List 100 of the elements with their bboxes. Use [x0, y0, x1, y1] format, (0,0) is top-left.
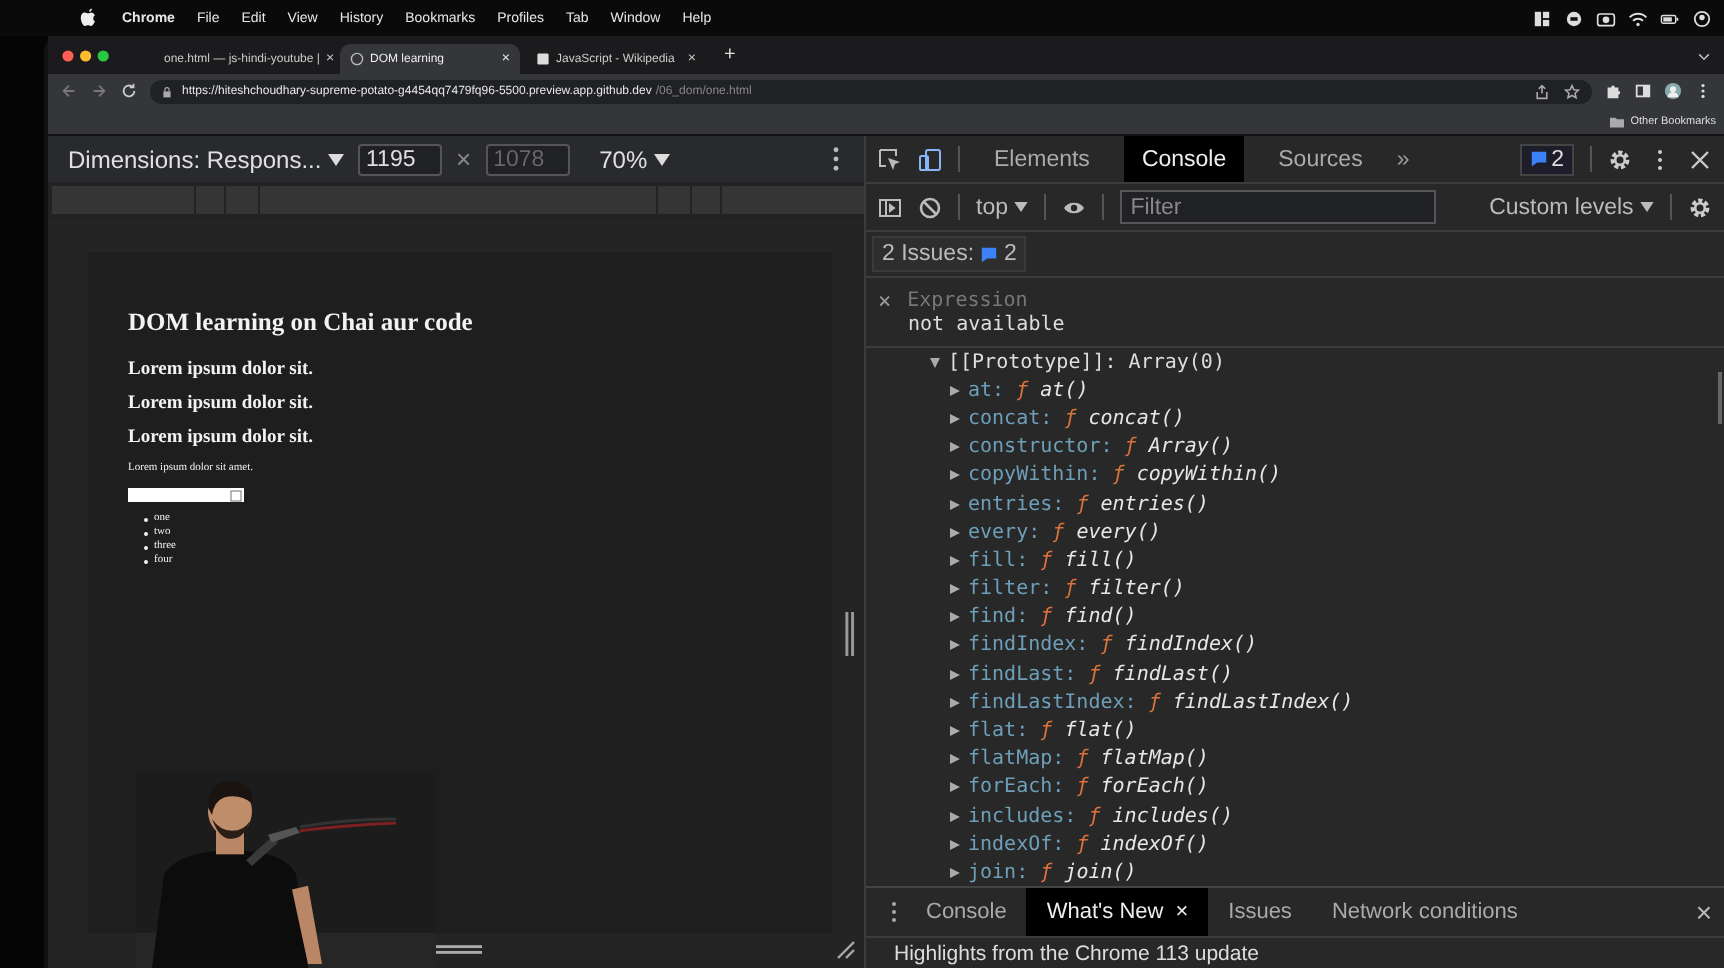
page-subheading: Lorem ipsum dolor sit. — [128, 360, 316, 380]
zoom-dropdown[interactable]: 70% — [599, 145, 670, 173]
settings-icon[interactable] — [1688, 195, 1712, 219]
message-icon — [1529, 150, 1548, 168]
property-line: constructor: ƒ Array() — [968, 436, 1233, 459]
expand-caret-icon[interactable] — [950, 867, 960, 878]
camera-icon[interactable] — [1596, 9, 1616, 27]
drawer-tab[interactable]: Network conditions — [1311, 888, 1538, 936]
property-line: copyWithin: ƒ copyWithin() — [968, 464, 1282, 487]
caret-down-icon — [1014, 201, 1029, 212]
wifi-icon[interactable] — [1628, 9, 1648, 27]
context-dropdown[interactable]: top — [976, 195, 1029, 219]
share-icon[interactable] — [1534, 83, 1550, 99]
expand-caret-icon[interactable] — [950, 584, 960, 595]
square-icon — [230, 489, 242, 501]
levels-dropdown[interactable]: Custom levels — [1489, 195, 1654, 219]
puzzle-icon[interactable] — [1604, 82, 1622, 100]
battery-icon[interactable] — [1660, 9, 1680, 27]
expand-caret-icon[interactable] — [950, 499, 960, 510]
caret-down-icon — [653, 154, 670, 167]
expand-caret-icon[interactable] — [950, 612, 960, 623]
property-line: fill: ƒ fill() — [968, 549, 1137, 572]
sidebar-icon[interactable] — [1634, 82, 1652, 100]
expand-caret-icon[interactable] — [950, 470, 960, 481]
property-line: includes: ƒ includes() — [968, 805, 1233, 828]
expand-caret-icon[interactable] — [950, 413, 960, 424]
clear-icon[interactable] — [918, 195, 942, 219]
page-heading: DOM learning on Chai aur code — [128, 308, 475, 338]
page-subheading: Lorem ipsum dolor sit. — [128, 428, 316, 448]
page-icon — [536, 52, 550, 66]
issues-button[interactable]: 2 Issues: 2 — [872, 236, 1027, 272]
caret-down-icon — [1640, 201, 1654, 212]
property-line: indexOf: ƒ indexOf() — [968, 833, 1209, 856]
expand-caret-icon[interactable] — [950, 442, 960, 453]
device-icon[interactable] — [918, 147, 942, 171]
resize-handle-icon[interactable] — [844, 612, 856, 656]
expression-result: not available — [866, 314, 1724, 348]
settings-icon[interactable] — [1608, 147, 1632, 171]
star-icon[interactable] — [1564, 83, 1580, 99]
circle-icon[interactable] — [1564, 9, 1584, 27]
expand-caret-icon[interactable] — [950, 782, 960, 793]
width-field[interactable]: 1195 — [358, 143, 442, 175]
dimensions-dropdown[interactable]: Dimensions: Respons... — [68, 145, 344, 173]
expand-caret-icon[interactable] — [950, 754, 960, 765]
forward-icon[interactable] — [90, 82, 108, 100]
resize-handle-icon[interactable] — [436, 944, 482, 956]
expand-caret-icon[interactable] — [950, 839, 960, 850]
property-line: concat: ƒ concat() — [968, 407, 1185, 430]
property-line: entries: ƒ entries() — [968, 493, 1209, 516]
corner-resize-icon[interactable] — [836, 940, 856, 960]
expression-label: Expression — [907, 289, 1028, 311]
issues-badge[interactable]: 2 — [1519, 143, 1574, 175]
expand-caret-icon[interactable] — [950, 385, 960, 396]
apple-icon[interactable] — [80, 8, 96, 28]
property-line: every: ƒ every() — [968, 521, 1161, 544]
new-tab-button[interactable]: + — [724, 44, 736, 66]
drawer-tab[interactable]: Issues — [1208, 888, 1312, 936]
lock-icon — [162, 85, 172, 97]
expand-caret-icon[interactable] — [950, 640, 960, 651]
property-line: flat: ƒ flat() — [968, 720, 1137, 743]
caret-down-icon — [328, 154, 345, 167]
expand-caret-icon[interactable] — [950, 726, 960, 737]
user-circle-icon[interactable] — [1692, 9, 1712, 27]
devtools-tab[interactable]: Elements — [976, 136, 1108, 182]
inspect-icon[interactable] — [878, 147, 902, 171]
close-drawer-button[interactable]: × — [1695, 896, 1712, 928]
text-input[interactable] — [128, 488, 244, 502]
property-line: findIndex: ƒ findIndex() — [968, 634, 1258, 657]
globe-icon — [350, 52, 364, 66]
property-line: forEach: ƒ forEach() — [968, 776, 1209, 799]
property-line: at: ƒ at() — [968, 379, 1089, 402]
property-line: [[Prototype]]: Array(0) — [948, 351, 1225, 374]
back-icon[interactable] — [60, 82, 78, 100]
property-line: filter: ƒ filter() — [968, 578, 1185, 601]
expand-caret-icon[interactable] — [950, 811, 960, 822]
folder-icon — [1610, 115, 1625, 127]
devtools-tab[interactable]: Console — [1123, 136, 1245, 182]
message-icon — [980, 245, 999, 263]
reload-icon[interactable] — [120, 82, 138, 100]
sidebar-icon[interactable] — [878, 195, 902, 219]
more-tabs-button[interactable]: » — [1396, 147, 1410, 171]
expand-caret-icon[interactable] — [950, 669, 960, 680]
times-sign: × — [456, 144, 472, 174]
drawer-tab[interactable]: What's New × — [1026, 888, 1209, 936]
expand-caret-icon[interactable] — [930, 357, 940, 368]
expand-caret-icon[interactable] — [950, 697, 960, 708]
close-icon[interactable] — [1688, 147, 1712, 171]
expand-caret-icon[interactable] — [950, 527, 960, 538]
property-line: find: ƒ find() — [968, 606, 1137, 629]
expand-caret-icon[interactable] — [950, 555, 960, 566]
filter-field[interactable]: Filter — [1120, 190, 1437, 224]
remove-expression-button[interactable]: × — [878, 287, 892, 313]
scrollbar[interactable] — [1718, 372, 1722, 424]
drawer-tab[interactable]: Console — [906, 888, 1027, 936]
whats-new-headline: Highlights from the Chrome 113 update — [866, 936, 1724, 968]
grid-icon[interactable] — [1532, 9, 1552, 27]
avatar-icon[interactable] — [1664, 82, 1682, 100]
devtools-tab[interactable]: Sources — [1260, 136, 1381, 182]
property-line: flatMap: ƒ flatMap() — [968, 748, 1209, 771]
kebab-icon[interactable] — [832, 146, 840, 172]
